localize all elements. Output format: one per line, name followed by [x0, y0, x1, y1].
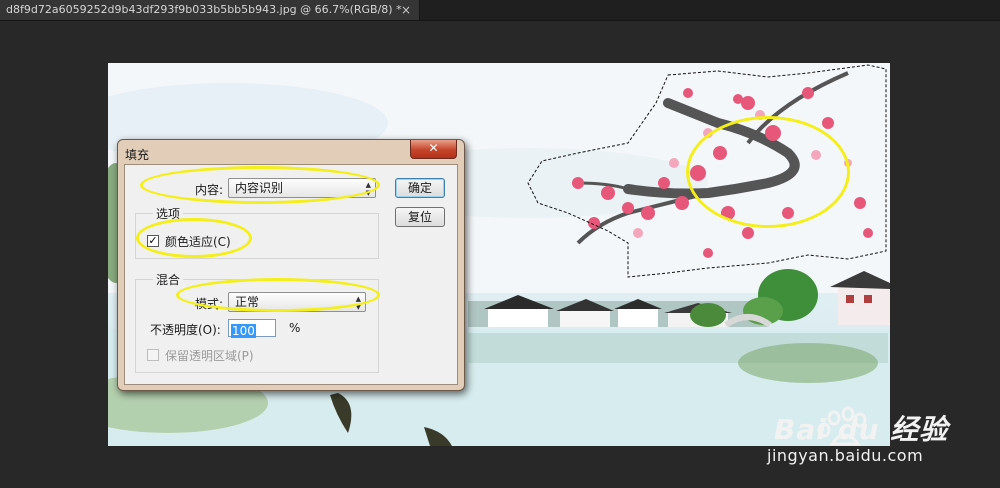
annotation-ellipse-content [140, 166, 380, 204]
watermark-brand: Bai du 经验 [774, 413, 949, 446]
preserve-transparency-checkbox[interactable] [147, 349, 159, 361]
dialog-title: 填充 [125, 148, 150, 162]
opacity-unit: % [289, 321, 301, 335]
reset-button[interactable]: 复位 [395, 207, 445, 227]
annotation-ellipse-branch [686, 116, 850, 228]
opacity-label: 不透明度(O): [150, 323, 221, 337]
watermark-url: jingyan.baidu.com [767, 446, 924, 465]
document-tab[interactable]: d8f9d72a6059252d9b43df293f9b033b5bb5b943… [0, 0, 420, 20]
annotation-ellipse-color-adapt [136, 218, 252, 258]
blend-group-title: 混合 [153, 271, 184, 288]
close-icon: ✕ [428, 141, 439, 155]
document-tab-bar: d8f9d72a6059252d9b43df293f9b033b5bb5b943… [0, 0, 1000, 21]
annotation-ellipse-mode [176, 278, 380, 312]
document-tab-title: d8f9d72a6059252d9b43df293f9b033b5bb5b943… [6, 3, 402, 16]
ok-button[interactable]: 确定 [395, 178, 445, 198]
opacity-input[interactable]: 100 [228, 319, 276, 338]
tab-close-icon[interactable]: × [401, 0, 411, 20]
dialog-close-button[interactable]: ✕ [410, 140, 457, 159]
opacity-value: 100 [231, 324, 256, 338]
preserve-transparency-label: 保留透明区域(P) [165, 349, 254, 363]
